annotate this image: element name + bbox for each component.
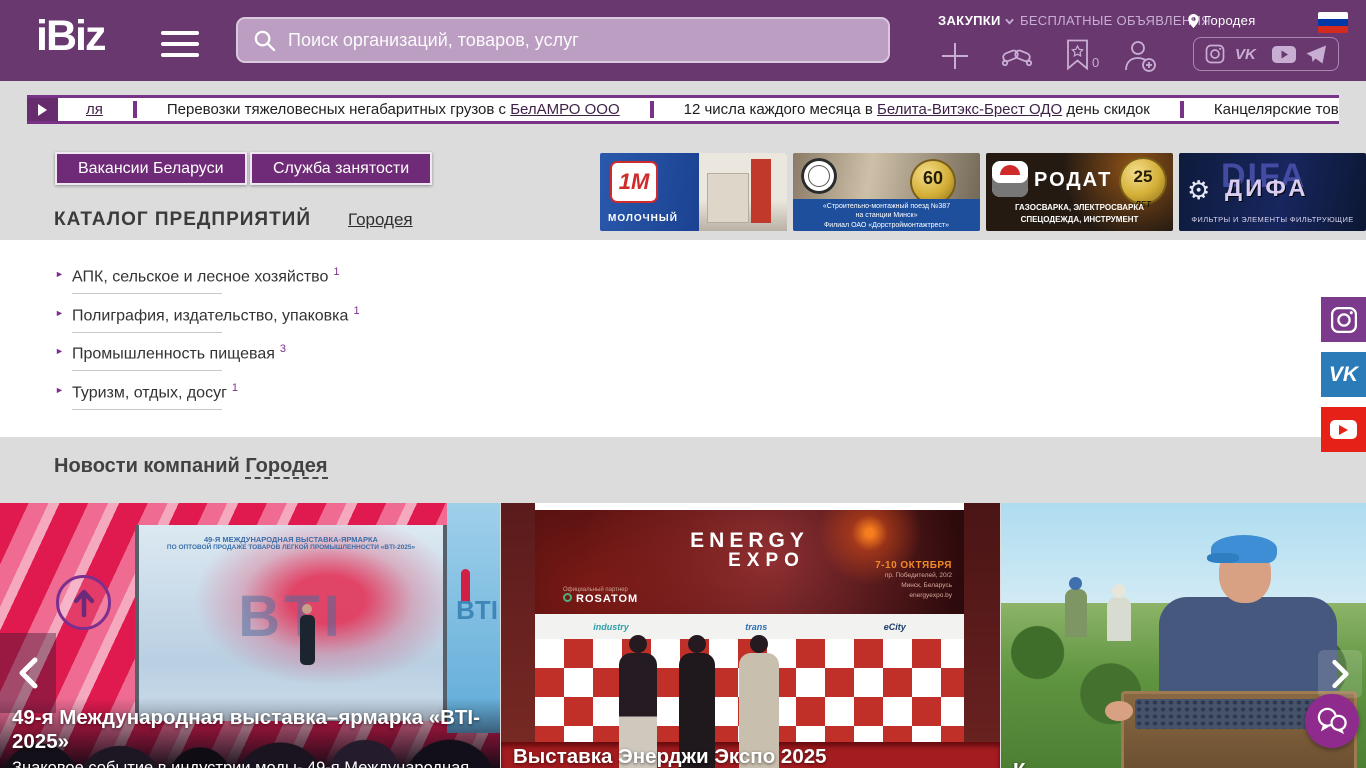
person-silhouette: [1107, 597, 1131, 641]
search-bar: [236, 17, 890, 63]
banner-difa[interactable]: ⚙ DIFA ДИФА ФИЛЬТРЫ И ЭЛЕМЕНТЫ ФИЛЬТРУЮЩ…: [1179, 153, 1366, 231]
energy-expo-banner-image: ENERGYEXPO 7-10 ОКТЯБРЯ пр. Победителей,…: [535, 510, 964, 614]
page: iBiz ЗАКУПКИ БЕСПЛАТНЫЕ ОБЪЯВЛЕНИЯ Город…: [0, 0, 1366, 768]
play-icon: [38, 104, 47, 116]
ticker-separator: [1180, 101, 1184, 118]
news-card-bti[interactable]: 49-Я МЕЖДУНАРОДНАЯ ВЫСТАВКА-ЯРМАРКА ПО О…: [0, 503, 500, 768]
banner-text: ГАЗОСВАРКА, ЭЛЕКТРОСВАРКАСПЕЦОДЕЖДА, ИНС…: [986, 202, 1173, 226]
banner-ads: 1М МОЛОЧНЫЙ 60лет «Строительно-монтажный…: [600, 153, 1366, 231]
card-description: Знаковое событие в индустрии моды- 49-я …: [12, 759, 488, 768]
nav-free-ads[interactable]: БЕСПЛАТНЫЕ ОБЪЯВЛЕНИЯ: [1020, 13, 1211, 28]
banner-rodat[interactable]: РОДАТ 25ЛЕТ ГАЗОСВАРКА, ЭЛЕКТРОСВАРКАСПЕ…: [986, 153, 1173, 231]
search-icon: [253, 29, 276, 52]
category-apk[interactable]: ►АПК, сельское и лесное хозяйство1: [55, 266, 340, 286]
banner-logo: 1М: [610, 161, 658, 203]
chat-bubbles-icon: [1315, 706, 1349, 736]
category-count: 1: [232, 382, 238, 394]
instagram-icon[interactable]: [1205, 44, 1225, 64]
banner-title: РОДАТ: [1034, 169, 1112, 192]
news-ticker: ля Перевозки тяжеловесных негабаритных г…: [27, 95, 1339, 124]
scroll-to-top-button[interactable]: [56, 575, 111, 630]
catalog-city-link[interactable]: Городея: [348, 210, 413, 230]
hamburger-menu-icon[interactable]: [161, 31, 199, 64]
triangle-bullet-icon: ►: [55, 385, 64, 395]
sidebar-vk-icon[interactable]: VK: [1321, 352, 1366, 397]
logo[interactable]: iBiz: [36, 12, 104, 61]
banner-text: ФИЛЬТРЫ И ЭЛЕМЕНТЫ ФИЛЬТРУЮЩИЕ: [1179, 215, 1366, 224]
card-title[interactable]: 49-я Международная выставка–ярмарка «BTI…: [12, 706, 488, 754]
header-social-group: VK: [1193, 37, 1339, 71]
chevron-left-icon: [17, 656, 39, 690]
sidebar-youtube-icon[interactable]: [1321, 407, 1366, 452]
rosatom-icon: [563, 593, 572, 602]
triangle-bullet-icon: ►: [55, 346, 64, 356]
card-title[interactable]: К: [1013, 759, 1355, 768]
anniversary-badge: 25ЛЕТ: [1121, 159, 1165, 203]
ticker-item: 12 числа каждого месяца в Белита-Витэкс-…: [684, 101, 1150, 118]
banner-molochny[interactable]: 1М МОЛОЧНЫЙ: [600, 153, 787, 231]
bookmark-count: 0: [1092, 55, 1099, 70]
ticker-play-button[interactable]: [27, 98, 58, 121]
vk-icon[interactable]: VK: [1235, 46, 1261, 62]
svg-text:VK: VK: [1235, 46, 1257, 62]
category-poligrafia[interactable]: ►Полиграфия, издательство, упаковка1: [55, 305, 360, 325]
employment-service-button[interactable]: Служба занятости: [250, 152, 432, 185]
stamp-icon: [801, 158, 837, 194]
banner-smp387[interactable]: 60лет «Строительно-монтажный поезд №387н…: [793, 153, 980, 231]
news-title: Новости компаний Городея: [54, 455, 328, 478]
bookmark-icon[interactable]: [1066, 39, 1089, 71]
ticker-link[interactable]: Белита-Витэкс-Брест ОДО: [877, 101, 1062, 118]
carousel-next-button[interactable]: [1318, 650, 1362, 698]
add-user-icon[interactable]: [1124, 40, 1158, 72]
search-input[interactable]: [288, 30, 888, 51]
telegram-icon[interactable]: [1306, 45, 1327, 64]
category-count: 1: [333, 266, 339, 278]
plus-icon[interactable]: [940, 41, 970, 71]
banner-text: «Строительно-монтажный поезд №387на стан…: [793, 199, 980, 231]
vacancies-button[interactable]: Вакансии Беларуси: [55, 152, 247, 185]
youtube-icon[interactable]: [1272, 46, 1296, 63]
category-food-industry[interactable]: ►Промышленность пищевая3: [55, 343, 286, 363]
speaker-silhouette: [300, 615, 315, 665]
triangle-bullet-icon: ►: [55, 308, 64, 318]
ticker-item: ля: [86, 101, 103, 118]
ticker-item: Перевозки тяжеловесных негабаритных груз…: [167, 101, 620, 118]
stage-screen-image: 49-Я МЕЖДУНАРОДНАЯ ВЫСТАВКА-ЯРМАРКА ПО О…: [135, 525, 447, 721]
carousel-prev-button[interactable]: [0, 633, 56, 713]
catalog-title: КАТАЛОГ ПРЕДПРИЯТИЙ: [54, 209, 311, 231]
card-title[interactable]: Выставка Энерджи Экспо 2025: [513, 745, 988, 768]
banner-title: ДИФА: [1225, 175, 1309, 203]
gear-icon: ⚙: [1187, 175, 1210, 206]
banner-caption: МОЛОЧНЫЙ: [608, 213, 678, 224]
category-count: 3: [280, 343, 286, 355]
sidebar-instagram-icon[interactable]: [1321, 297, 1366, 342]
sponsor-strip: industry trans eCity: [535, 614, 964, 639]
ticker-separator: [133, 101, 137, 118]
ticker-item: Канцелярские товары: [1214, 101, 1339, 118]
language-flag-ru[interactable]: [1318, 12, 1348, 33]
triangle-bullet-icon: ►: [55, 269, 64, 279]
news-card-energy-expo[interactable]: ENERGYEXPO 7-10 ОКТЯБРЯ пр. Победителей,…: [501, 503, 1000, 768]
arrow-up-icon: [72, 588, 96, 618]
category-count: 1: [353, 305, 359, 317]
handshake-icon[interactable]: [1000, 43, 1034, 69]
ticker-link[interactable]: БелАМРО ООО: [510, 101, 619, 118]
chat-widget-button[interactable]: [1305, 694, 1359, 748]
anniversary-badge: 60лет: [912, 161, 954, 203]
chevron-right-icon: [1330, 658, 1350, 690]
news-city-link[interactable]: Городея: [245, 455, 327, 479]
category-tourism[interactable]: ►Туризм, отдых, досуг1: [55, 382, 238, 402]
location-pin-icon: [1188, 14, 1199, 28]
ticker-link[interactable]: ля: [86, 101, 103, 118]
header: iBiz ЗАКУПКИ БЕСПЛАТНЫЕ ОБЪЯВЛЕНИЯ Город…: [0, 0, 1366, 81]
catalog-panel: ►АПК, сельское и лесное хозяйство1 ►Поли…: [0, 240, 1366, 437]
ticker-separator: [650, 101, 654, 118]
chevron-down-icon: [1005, 18, 1014, 25]
nav-zakupki[interactable]: ЗАКУПКИ: [938, 13, 1014, 28]
nav-location[interactable]: Городея: [1188, 13, 1256, 28]
person-silhouette: [1065, 589, 1087, 637]
news-cards: 49-Я МЕЖДУНАРОДНАЯ ВЫСТАВКА-ЯРМАРКА ПО О…: [0, 503, 1366, 768]
